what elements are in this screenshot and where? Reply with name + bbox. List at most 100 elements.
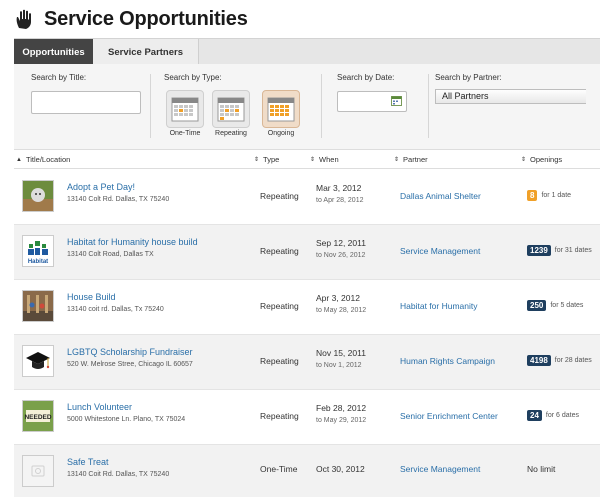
when-end: to Apr 28, 2012	[316, 197, 364, 204]
type-filter-label: Search by Type:	[164, 73, 222, 82]
partner-link[interactable]: Dallas Animal Shelter	[400, 191, 481, 201]
date-filter: Search by Date:	[322, 64, 428, 150]
sort-icon: ⇕	[521, 157, 527, 163]
openings-text: for 1 date	[541, 192, 572, 199]
when-start: Nov 15, 2011	[316, 348, 366, 358]
when-start: Apr 3, 2012	[316, 293, 360, 303]
repeating-label: Repeating	[215, 130, 247, 137]
partner-link[interactable]: Senior Enrichment Center	[400, 411, 498, 421]
location: 13140 Colt Road, Dallas TX	[67, 251, 154, 258]
when-end: to Nov 26, 2012	[316, 252, 366, 259]
opportunity-title-link[interactable]: LGBTQ Scholarship Fundraiser	[67, 347, 193, 357]
table-row[interactable]: Safe Treat 13140 Coit Rd. Dallas, TX 752…	[14, 445, 600, 497]
col-title-location[interactable]: ▲ Title/Location	[16, 155, 70, 164]
type-filter: Search by Type: One-Time Repeating Ongoi…	[151, 64, 321, 150]
when-end: to May 28, 2012	[316, 307, 367, 314]
partner-link[interactable]: Service Management	[400, 246, 480, 256]
opportunity-title-link[interactable]: Safe Treat	[67, 457, 109, 467]
svg-text:Habitat: Habitat	[28, 259, 48, 265]
openings-badge: 250	[527, 300, 547, 311]
sort-icon: ⇕	[254, 157, 260, 163]
tab-opportunities[interactable]: Opportunities	[14, 39, 93, 70]
openings-text: for 5 dates	[550, 302, 584, 309]
location: 5000 Whitestone Ln. Plano, TX 75024	[67, 416, 186, 423]
calendar-icon[interactable]	[391, 96, 402, 106]
svg-text:NEEDED: NEEDED	[24, 414, 51, 421]
ongoing-label: Ongoing	[267, 130, 295, 137]
one-time-label: One-Time	[169, 130, 201, 137]
partner-select[interactable]: All Partners	[435, 89, 586, 104]
opportunity-title-link[interactable]: Lunch Volunteer	[67, 402, 132, 412]
openings-text: for 6 dates	[545, 412, 579, 419]
table-row[interactable]: NEEDED Lunch Volunteer 5000 Whitestone L…	[14, 390, 600, 445]
habitat-logo-icon[interactable]: Habitat	[22, 235, 54, 267]
page-title: Service Opportunities	[44, 7, 248, 30]
when-start: Sep 12, 2011	[316, 238, 366, 248]
openings-cell: 4198 for 28 dates	[527, 355, 592, 366]
tab-service-partners[interactable]: Service Partners	[93, 39, 199, 65]
opportunity-title-link[interactable]: Habitat for Humanity house build	[67, 237, 198, 247]
partner-link[interactable]: Habitat for Humanity	[400, 301, 477, 311]
openings-text: for 31 dates	[554, 247, 592, 254]
partner-link[interactable]: Human Rights Campaign	[400, 356, 495, 366]
sort-asc-icon: ▲	[16, 156, 22, 163]
date-input[interactable]	[337, 91, 407, 112]
when-start: Mar 3, 2012	[316, 183, 362, 193]
type-cell: Repeating	[260, 356, 299, 366]
type-cell: Repeating	[260, 301, 299, 311]
table-row[interactable]: Adopt a Pet Day! 13140 Colt Rd. Dallas, …	[14, 170, 600, 225]
ongoing-button[interactable]	[262, 90, 300, 128]
location: 13140 Coit Rd. Dallas, TX 75240	[67, 471, 170, 478]
openings-badge: 8	[527, 190, 538, 201]
calendar-repeat-icon	[217, 97, 245, 122]
col-partner[interactable]: ⇕ Partner	[394, 155, 428, 164]
when-start: Oct 30, 2012	[316, 464, 365, 474]
partner-link[interactable]: Service Management	[400, 464, 480, 474]
opportunity-title-link[interactable]: Adopt a Pet Day!	[67, 182, 135, 192]
location: 520 W. Melrose Stree, Chicago IL 60657	[67, 361, 193, 368]
table-row[interactable]: House Build 13140 coit rd. Dallas, Tx 75…	[14, 280, 600, 335]
house-build-photo-icon[interactable]	[22, 290, 54, 322]
openings-badge: 24	[527, 410, 542, 421]
when-start: Feb 28, 2012	[316, 403, 367, 413]
when-end: to May 29, 2012	[316, 417, 367, 424]
repeating-button[interactable]	[212, 90, 250, 128]
col-openings[interactable]: ⇕ Openings	[521, 155, 562, 164]
title-search-input[interactable]	[31, 91, 141, 114]
type-cell: Repeating	[260, 411, 299, 421]
location: 13140 coit rd. Dallas, Tx 75240	[67, 306, 164, 313]
date-filter-label: Search by Date:	[337, 73, 395, 82]
table-row[interactable]: LGBTQ Scholarship Fundraiser 520 W. Melr…	[14, 335, 600, 390]
openings-badge: 1239	[527, 245, 551, 256]
divider	[428, 74, 429, 138]
type-cell: One-Time	[260, 464, 298, 474]
placeholder-image-icon[interactable]	[22, 455, 54, 487]
calendar-icon	[171, 97, 199, 122]
calendar-ongoing-icon	[267, 97, 295, 122]
col-when[interactable]: ⇕ When	[310, 155, 339, 164]
title-filter: Search by Title:	[14, 64, 150, 150]
graduation-cap-icon[interactable]	[22, 345, 54, 377]
type-cell: Repeating	[260, 246, 299, 256]
openings-cell: 250 for 5 dates	[527, 300, 583, 311]
page-header: Service Opportunities	[14, 8, 248, 30]
table-row[interactable]: Habitat Habitat for Humanity house build…	[14, 225, 600, 280]
location: 13140 Colt Rd. Dallas, TX 75240	[67, 196, 170, 203]
tab-bar: Opportunities Service Partners	[14, 38, 600, 70]
openings-text: for 28 dates	[554, 357, 592, 364]
one-time-button[interactable]	[166, 90, 204, 128]
partner-filter-label: Search by Partner:	[435, 73, 502, 82]
openings-cell: 1239 for 31 dates	[527, 245, 592, 256]
type-cell: Repeating	[260, 191, 299, 201]
opportunity-title-link[interactable]: House Build	[67, 292, 116, 302]
filter-panel: Search by Title: Search by Type: One-Tim…	[14, 64, 600, 150]
openings-text: No limit	[527, 464, 556, 474]
hand-icon	[16, 9, 31, 29]
sort-icon: ⇕	[310, 157, 316, 163]
table-header: ▲ Title/Location ⇕ Type ⇕ When ⇕ Partner ⇕ Op…	[14, 151, 600, 169]
pet-photo-icon[interactable]	[22, 180, 54, 212]
openings-cell: No limit	[527, 464, 555, 474]
openings-badge: 4198	[527, 355, 551, 366]
col-type[interactable]: ⇕ Type	[254, 155, 279, 164]
needed-sign-icon[interactable]: NEEDED	[22, 400, 54, 432]
